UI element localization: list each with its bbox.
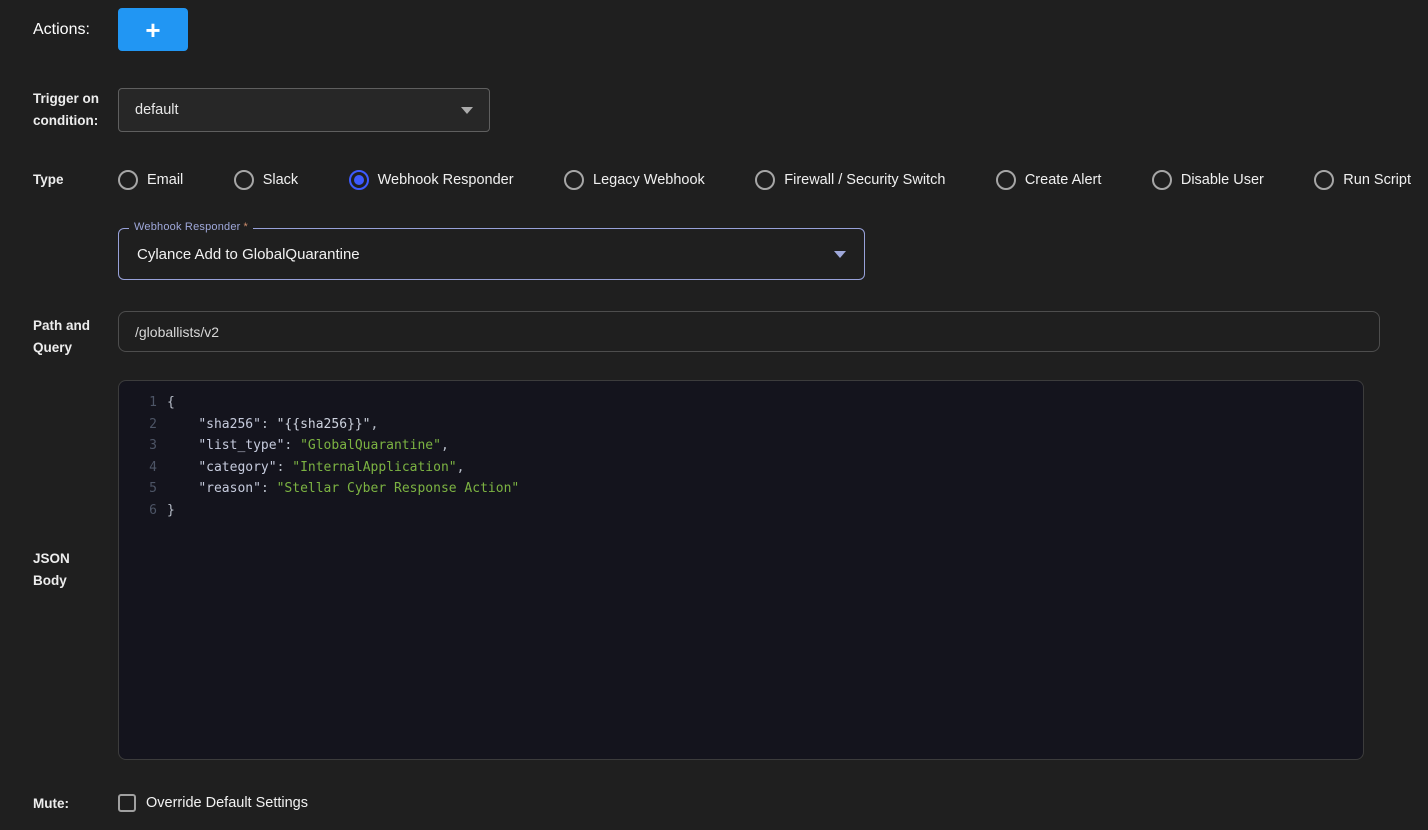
type-option-webhook-responder[interactable]: Webhook Responder [349,170,514,190]
type-option-disable-user[interactable]: Disable User [1152,170,1264,190]
actions-row: Actions: + [33,8,1411,51]
responder-action-form: Actions: + Trigger on condition: default… [0,0,1428,830]
json-body-editor[interactable]: 1{2 "sha256": "{{sha256}}",3 "list_type"… [118,380,1364,760]
code-line: 3 "list_type": "GlobalQuarantine", [119,435,1363,457]
code-line: 6} [119,500,1363,522]
json-body-row: JSON Body 1{2 "sha256": "{{sha256}}",3 "… [33,380,1411,760]
radio-icon [564,170,584,190]
path-query-row: Path and Query [33,311,1411,358]
line-number: 1 [119,392,157,414]
line-number: 3 [119,435,157,457]
radio-icon [118,170,138,190]
code-line: 4 "category": "InternalApplication", [119,457,1363,479]
radio-label: Firewall / Security Switch [784,172,945,188]
add-action-button[interactable]: + [118,8,188,51]
radio-icon [755,170,775,190]
line-number: 5 [119,478,157,500]
radio-icon [1314,170,1334,190]
type-option-legacy-webhook[interactable]: Legacy Webhook [564,170,705,190]
radio-label: Disable User [1181,172,1264,188]
code-line: 1{ [119,392,1363,414]
type-option-create-alert[interactable]: Create Alert [996,170,1102,190]
type-label: Type [33,169,101,191]
radio-label: Slack [263,172,298,188]
webhook-responder-value: Cylance Add to GlobalQuarantine [137,246,360,263]
chevron-down-icon [834,251,846,258]
type-option-email[interactable]: Email [118,170,183,190]
override-default-settings-option[interactable]: Override Default Settings [118,794,308,812]
radio-icon [1152,170,1172,190]
code-line: 5 "reason": "Stellar Cyber Response Acti… [119,478,1363,500]
type-option-firewall-security-switch[interactable]: Firewall / Security Switch [755,170,945,190]
path-query-input[interactable] [118,311,1380,352]
trigger-condition-select[interactable]: default [118,88,490,132]
required-marker: * [244,221,248,233]
radio-icon [349,170,369,190]
json-editor-lines: 1{2 "sha256": "{{sha256}}",3 "list_type"… [119,392,1363,521]
actions-label: Actions: [33,21,101,39]
line-number: 2 [119,414,157,436]
line-number: 4 [119,457,157,479]
path-query-label: Path and Query [33,311,101,358]
radio-label: Create Alert [1025,172,1102,188]
mute-row: Mute: Override Default Settings [33,794,1411,812]
radio-label: Legacy Webhook [593,172,705,188]
json-body-label: JSON Body [33,548,101,591]
code-line: 2 "sha256": "{{sha256}}", [119,414,1363,436]
radio-label: Email [147,172,183,188]
override-checkbox-label: Override Default Settings [146,795,308,811]
type-option-slack[interactable]: Slack [234,170,298,190]
chevron-down-icon [461,107,473,114]
line-number: 6 [119,500,157,522]
radio-icon [996,170,1016,190]
trigger-condition-value: default [135,102,179,118]
plus-icon: + [145,17,160,43]
webhook-responder-select[interactable]: Webhook Responder* Cylance Add to Global… [118,228,865,280]
radio-icon [234,170,254,190]
radio-label: Webhook Responder [378,172,514,188]
type-options: Email Slack Webhook Responder Legacy Web… [118,169,1411,190]
radio-label: Run Script [1343,172,1411,188]
override-checkbox[interactable] [118,794,136,812]
type-row: Type Email Slack Webhook Responder Legac… [33,169,1411,191]
mute-label: Mute: [33,795,101,811]
webhook-responder-row: Webhook Responder* Cylance Add to Global… [33,228,1411,280]
webhook-responder-field-label: Webhook Responder* [129,221,253,233]
trigger-condition-label: Trigger on condition: [33,88,101,131]
type-option-run-script[interactable]: Run Script [1314,170,1411,190]
trigger-row: Trigger on condition: default [33,88,1411,132]
